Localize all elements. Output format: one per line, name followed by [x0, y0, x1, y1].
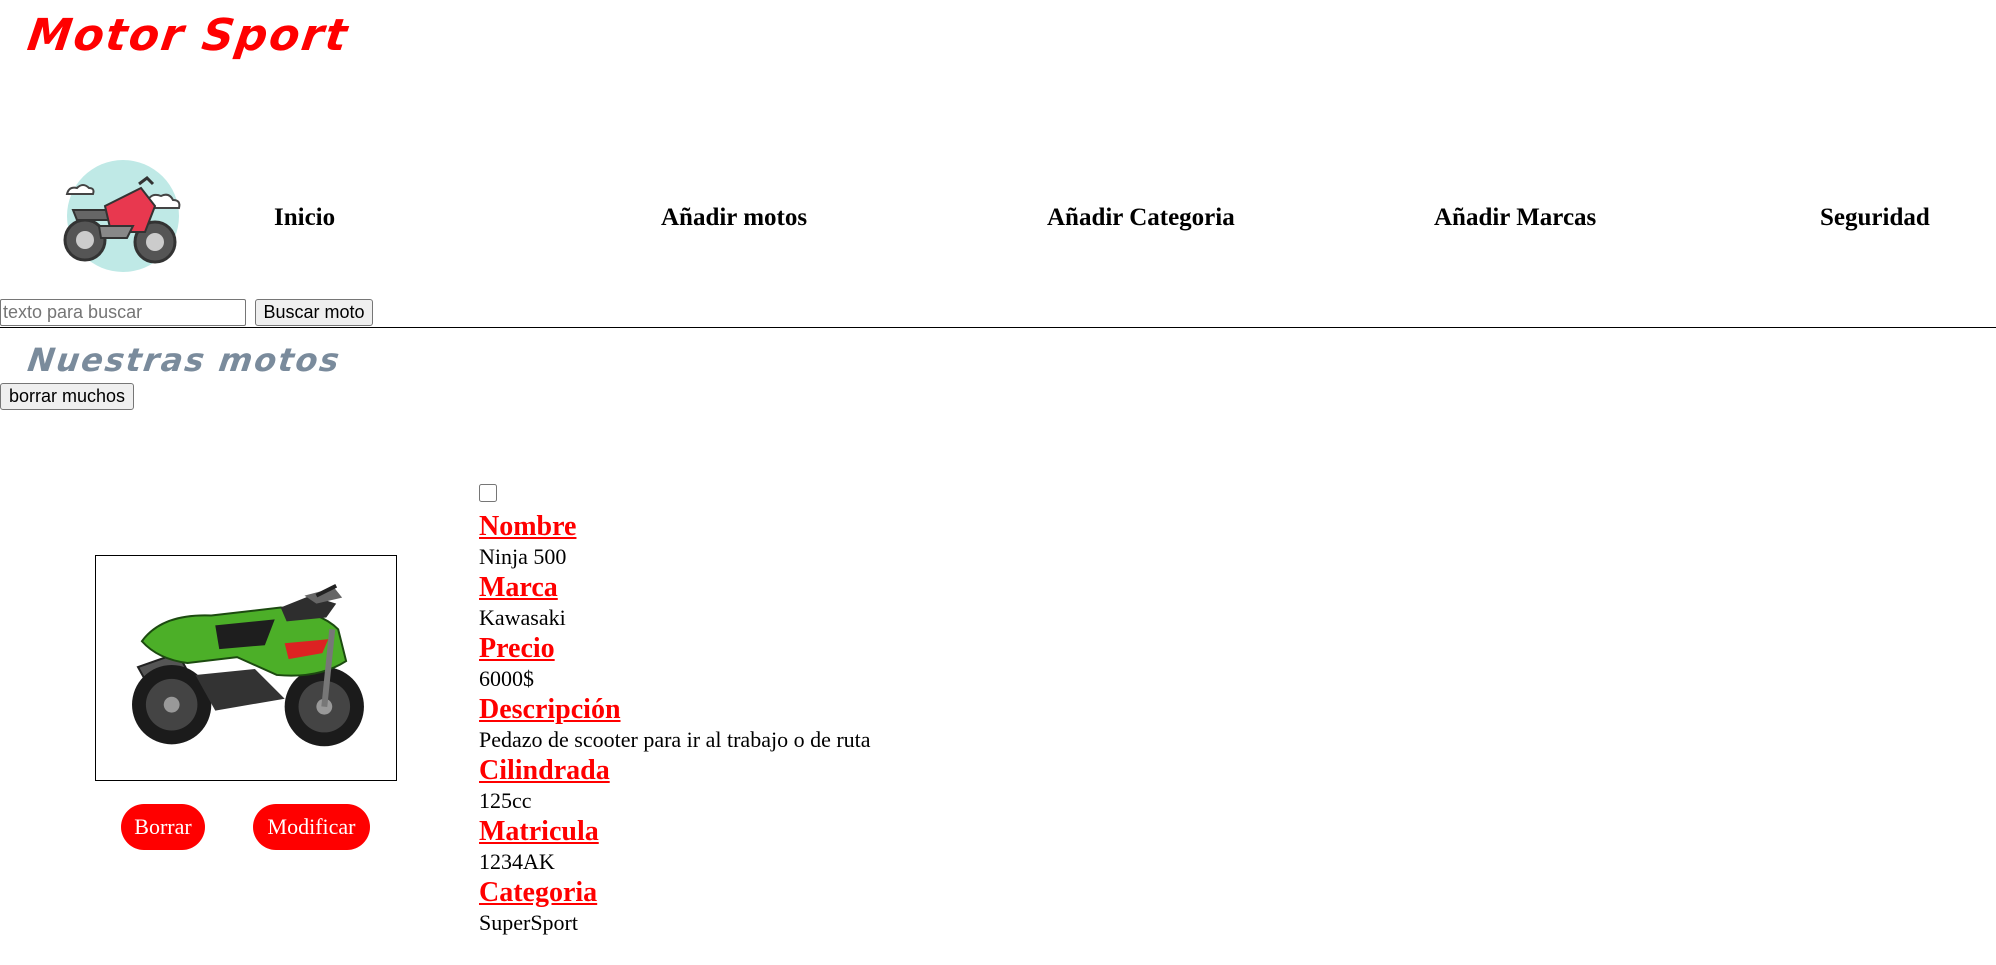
field-value-categoria: SuperSport — [479, 910, 578, 935]
delete-many-button[interactable]: borrar muchos — [0, 383, 134, 410]
nav-item-seguridad[interactable]: Seguridad — [1820, 202, 1930, 234]
nav-item-anadir-categoria[interactable]: Añadir Categoria — [1047, 202, 1235, 234]
divider — [0, 327, 1996, 328]
field-label-categoria: Categoria — [479, 877, 598, 908]
search-input[interactable] — [0, 299, 246, 326]
search-button[interactable]: Buscar moto — [255, 299, 373, 326]
nav-item-anadir-marcas[interactable]: Añadir Marcas — [1434, 202, 1596, 234]
field-label-marca: Marca — [479, 572, 558, 603]
field-value-precio: 6000$ — [479, 666, 534, 691]
select-moto-checkbox[interactable] — [479, 484, 497, 502]
field-label-matricula: Matricula — [479, 816, 599, 847]
edit-button[interactable]: Modificar — [253, 804, 370, 850]
brand-title: Motor Sport — [24, 10, 353, 61]
section-title: Nuestras motos — [25, 341, 344, 379]
field-value-cilindrada: 125cc — [479, 788, 532, 813]
field-value-nombre: Ninja 500 — [479, 544, 567, 569]
field-label-cilindrada: Cilindrada — [479, 755, 610, 786]
motorcycle-photo[interactable] — [95, 555, 397, 781]
field-value-descripcion: Pedazo de scooter para ir al trabajo o d… — [479, 727, 871, 752]
nav-item-inicio[interactable]: Inicio — [274, 202, 335, 234]
field-label-descripcion: Descripción — [479, 694, 621, 725]
field-value-matricula: 1234AK — [479, 849, 555, 874]
field-value-marca: Kawasaki — [479, 605, 566, 630]
nav-item-anadir-motos[interactable]: Añadir motos — [661, 202, 807, 234]
field-label-nombre: Nombre — [479, 511, 577, 542]
field-label-precio: Precio — [479, 633, 555, 664]
page: Motor Sport Inicio Añadir motos Añadir C… — [0, 0, 1996, 965]
delete-button[interactable]: Borrar — [121, 804, 205, 850]
motorcycle-logo-icon — [63, 160, 181, 272]
